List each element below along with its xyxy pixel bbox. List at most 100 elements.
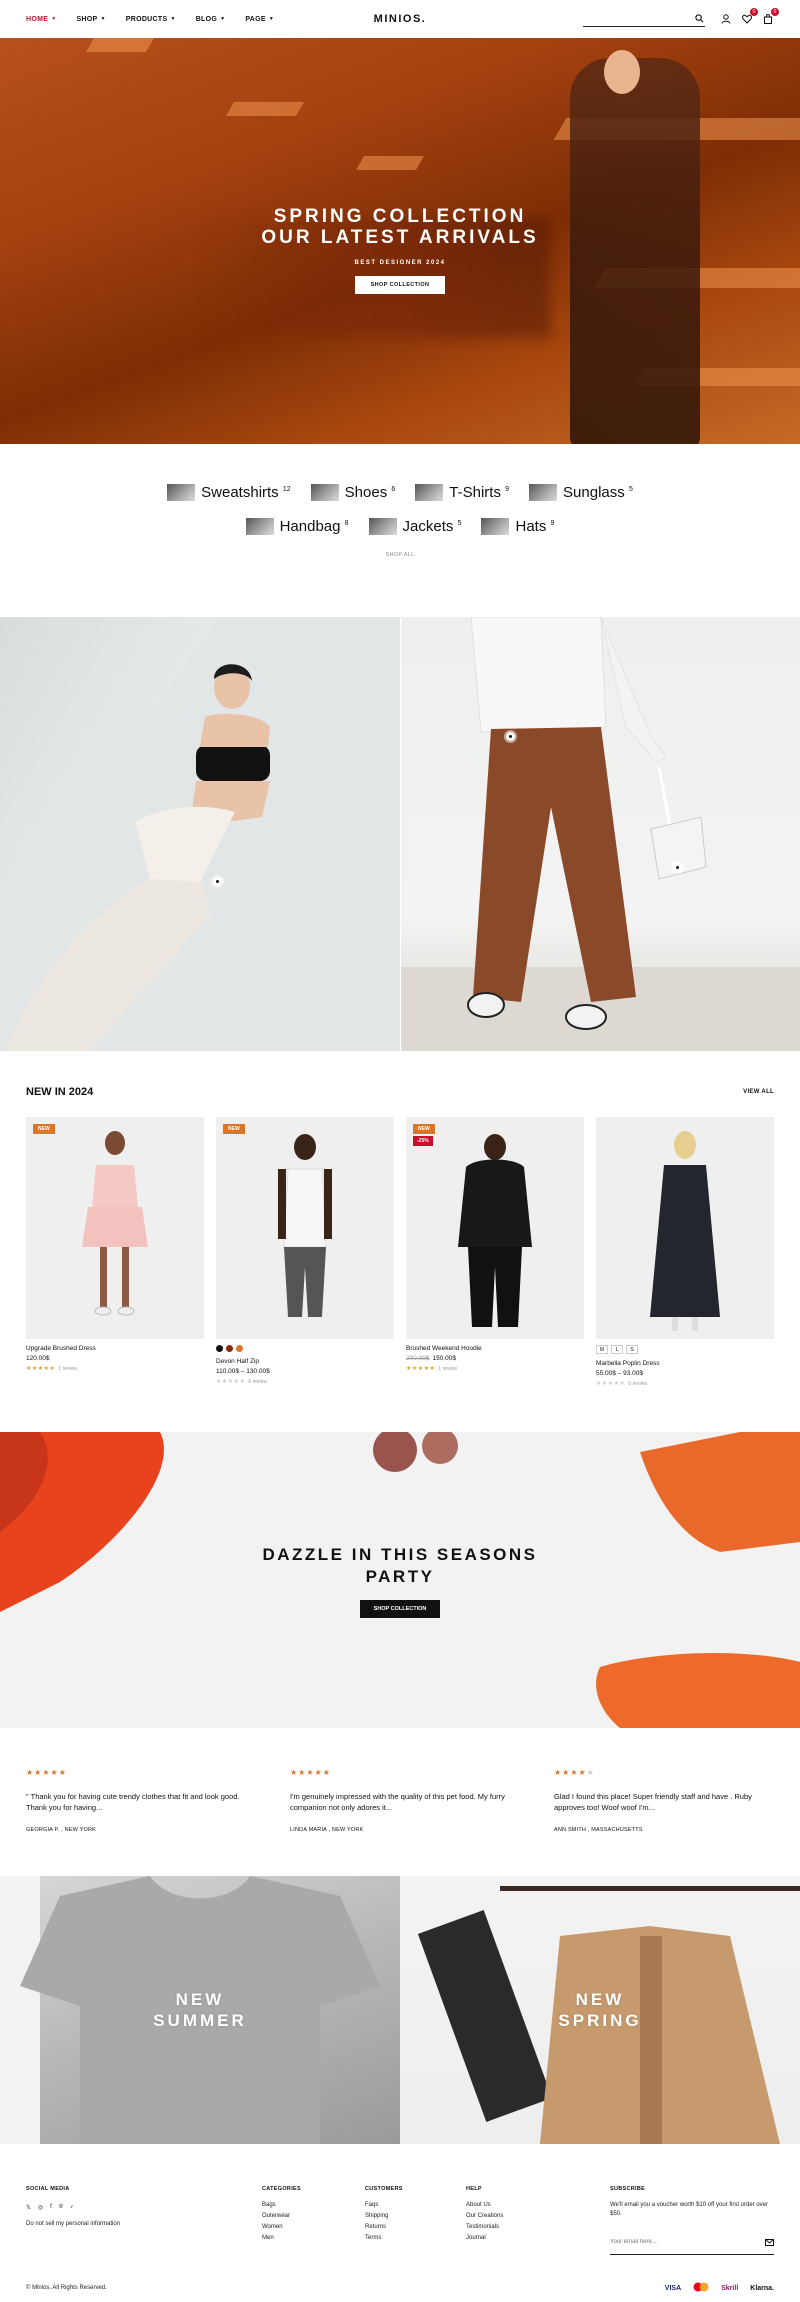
size-option[interactable]: M — [596, 1345, 608, 1354]
footer-link[interactable]: Men — [262, 2235, 365, 2241]
copyright: © Minios. All Rights Reserved. — [26, 2285, 107, 2291]
x-icon[interactable]: 𝕏 — [26, 2204, 31, 2211]
footer-link[interactable]: Terms — [365, 2235, 466, 2241]
footer-link[interactable]: Outerwear — [262, 2213, 365, 2219]
product-image[interactable]: NEW -25% — [406, 1117, 584, 1339]
swatch-orange[interactable] — [236, 1345, 243, 1352]
cart-count-badge: 0 — [771, 8, 779, 16]
hero-shop-button[interactable]: SHOP COLLECTION — [354, 276, 446, 294]
footer-link[interactable]: Journal — [466, 2235, 610, 2241]
new-badge: NEW — [413, 1124, 435, 1134]
party-shop-button[interactable]: SHOP COLLECTION — [359, 1600, 441, 1618]
product-name[interactable]: Brushed Weekend Hoodie — [406, 1345, 584, 1352]
old-price: 200.00$ — [406, 1355, 430, 1362]
product-name[interactable]: Upgrade Brushed Dress — [26, 1345, 204, 1352]
footer-link[interactable]: Women — [262, 2224, 365, 2230]
footer-subscribe-title: SUBSCRIBE — [610, 2186, 646, 2192]
product-card[interactable]: M L S Marbella Poplin Dress 55.00$ – 93.… — [596, 1117, 774, 1387]
product-image[interactable]: NEW — [26, 1117, 204, 1339]
product-photo — [82, 1131, 148, 1316]
color-swatches — [216, 1345, 394, 1352]
hotspot-marker[interactable] — [213, 877, 222, 886]
footer-link[interactable]: Returns — [365, 2224, 466, 2230]
swatch-brown[interactable] — [226, 1345, 233, 1352]
category-hats[interactable]: Hats 9 — [481, 518, 554, 535]
email-field-wrap — [610, 2233, 774, 2255]
nav-page[interactable]: PAGE ▼ — [245, 16, 274, 23]
product-card[interactable]: NEW Upgrade Brushed Dress 120.00$ ★★★★★ 1… — [26, 1117, 204, 1387]
search-icon[interactable] — [693, 13, 705, 25]
instagram-icon[interactable]: ◎ — [38, 2204, 43, 2211]
model-standing-illustration — [401, 617, 800, 1051]
season-banner-spring[interactable]: NEW SPRING — [400, 1876, 800, 2144]
nav-products[interactable]: PRODUCTS ▼ — [126, 16, 176, 23]
category-sweatshirts[interactable]: Sweatshirts 12 — [167, 484, 291, 501]
user-icon[interactable] — [720, 13, 732, 25]
footer-link[interactable]: About Us — [466, 2202, 610, 2208]
footer-customers: CUSTOMERS Faqs Shipping Returns Terms — [365, 2186, 466, 2255]
search-input[interactable] — [583, 15, 693, 22]
tiktok-icon[interactable]: ♪ — [70, 2204, 73, 2211]
category-handbag[interactable]: Handbag 8 — [245, 518, 349, 535]
mail-icon[interactable] — [765, 2233, 774, 2251]
do-not-sell-link[interactable]: Do not sell my personal information — [26, 2221, 262, 2227]
hotspot-marker[interactable] — [673, 863, 682, 872]
season-banner-summer[interactable]: NEW SUMMER — [0, 1876, 400, 2144]
facebook-icon[interactable]: f — [50, 2204, 52, 2211]
footer-link[interactable]: Shipping — [365, 2213, 466, 2219]
category-jackets[interactable]: Jackets 5 — [368, 518, 461, 535]
nav-products-label: PRODUCTS — [125, 15, 168, 23]
nav-blog-label: BLOG — [195, 15, 218, 23]
season-title-line1: NEW — [575, 1990, 625, 2009]
product-card[interactable]: NEW Devon Half Zip 110.00$ – 130.00$ ★★★… — [216, 1117, 394, 1387]
product-photo — [650, 1131, 720, 1331]
chevron-down-icon: ▼ — [51, 16, 57, 22]
testimonial-text: " Thank you for having cute trendy cloth… — [26, 1792, 240, 1812]
footer-categories-title: CATEGORIES — [262, 2186, 301, 2192]
product-rating: ★★★★★ 0 review — [596, 1381, 648, 1387]
product-rating: ★★★★★ 1 review — [26, 1366, 78, 1372]
category-label: T-Shirts 9 — [449, 484, 510, 501]
hotspot-marker[interactable] — [506, 732, 515, 741]
product-image[interactable]: NEW — [216, 1117, 394, 1339]
category-shoes[interactable]: Shoes 6 — [310, 484, 395, 501]
view-all-link[interactable]: VIEW ALL — [743, 1089, 774, 1095]
social-icons: 𝕏 ◎ f ℗ ♪ — [26, 2204, 262, 2211]
hero-road-marking — [85, 38, 155, 52]
footer-link[interactable]: Testimonials — [466, 2224, 610, 2230]
category-thumb — [415, 484, 444, 501]
hero-content: SPRING COLLECTION OUR LATEST ARRIVALS BE… — [0, 206, 800, 294]
swatch-black[interactable] — [216, 1345, 223, 1352]
nav-home[interactable]: HOME ▼ — [26, 16, 56, 23]
size-option[interactable]: S — [626, 1345, 638, 1354]
pinterest-icon[interactable]: ℗ — [59, 2204, 63, 2211]
email-field[interactable] — [610, 2233, 750, 2251]
product-name[interactable]: Marbella Poplin Dress — [596, 1360, 774, 1367]
new-badge: NEW — [223, 1124, 245, 1134]
product-price: 110.00$ – 130.00$ — [216, 1368, 270, 1375]
nav-shop[interactable]: SHOP ▼ — [76, 16, 105, 23]
product-image[interactable] — [596, 1117, 774, 1339]
nav-page-label: PAGE — [245, 15, 266, 23]
shop-all-link[interactable]: SHOP ALL — [0, 552, 800, 558]
footer-link[interactable]: Bags — [262, 2202, 365, 2208]
footer-bottom: © Minios. All Rights Reserved. VISA Skri… — [26, 2282, 774, 2294]
category-sunglass[interactable]: Sunglass 5 — [529, 484, 633, 501]
lookbook-image-left — [0, 617, 400, 1051]
category-tshirts[interactable]: T-Shirts 9 — [415, 484, 509, 501]
season-title: NEW SUMMER — [153, 1989, 247, 2031]
size-options: M L S — [596, 1345, 774, 1354]
product-name[interactable]: Devon Half Zip — [216, 1358, 394, 1365]
size-option[interactable]: L — [611, 1345, 623, 1354]
product-card[interactable]: NEW -25% Brushed Weekend Hoodie 200.00$ 1… — [406, 1117, 584, 1387]
wishlist-icon[interactable]: 0 — [741, 8, 758, 25]
cart-icon[interactable]: 0 — [762, 8, 779, 25]
section-header: NEW IN 2024 VIEW ALL — [26, 1086, 774, 1098]
site-logo[interactable]: MINIOS. — [374, 13, 427, 25]
hero-subtitle: BEST DESIGNER 2024 — [354, 260, 446, 266]
footer-link[interactable]: Faqs — [365, 2202, 466, 2208]
nav-blog[interactable]: BLOG ▼ — [196, 16, 226, 23]
footer-social: SOCIAL MEDIA 𝕏 ◎ f ℗ ♪ Do not sell my pe… — [26, 2186, 262, 2255]
footer-link[interactable]: Our Creations — [466, 2213, 610, 2219]
testimonial-card: ★★★★★ " Thank you for having cute trendy… — [26, 1768, 244, 1833]
